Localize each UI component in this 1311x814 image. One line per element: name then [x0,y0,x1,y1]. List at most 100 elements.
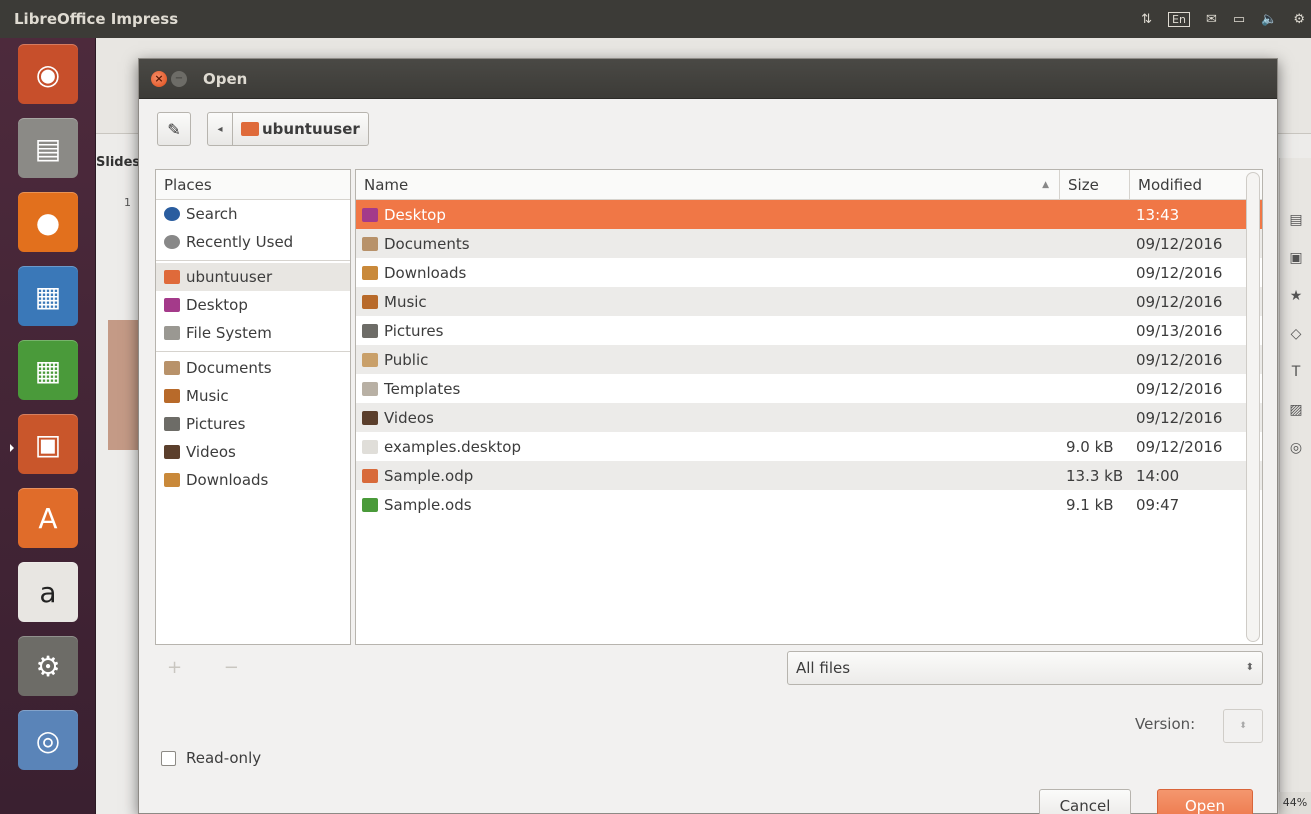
documents-folder-icon [362,236,378,251]
place-label: File System [186,324,272,342]
file-name: Documents [384,234,470,253]
place-label: Search [186,205,238,223]
gallery-icon[interactable]: ▨ [1286,400,1306,420]
readonly-option[interactable]: Read-only [161,749,261,767]
animation-icon[interactable]: ★ [1286,286,1306,306]
file-row[interactable]: Templates 09/12/2016 [356,374,1262,403]
place-item[interactable]: Search [156,200,350,228]
properties-icon[interactable]: ▤ [1286,210,1306,230]
pictures-folder-icon [164,417,180,431]
column-header-size[interactable]: Size [1060,170,1130,199]
master-slides-icon[interactable]: ◇ [1286,324,1306,344]
place-item[interactable]: Recently Used [156,228,350,256]
file-row[interactable]: Music 09/12/2016 [356,287,1262,316]
file-name: Videos [384,408,434,427]
indicator-area: ⇅ En ✉ ▭ 🔈 ⚙ [1141,0,1305,38]
column-header-name[interactable]: Name ▲ [356,170,1060,199]
videos-folder-icon [362,410,378,425]
spreadsheet-file-icon [362,497,378,512]
home-folder-icon [241,122,259,136]
zoom-level[interactable]: 44% [1279,792,1311,814]
ubuntu-dash-icon[interactable]: ◉ [18,44,78,104]
music-folder-icon [164,389,180,403]
column-header-modified[interactable]: Modified [1130,170,1242,199]
amazon-icon[interactable]: a [18,562,78,622]
writer-icon[interactable]: ▦ [18,266,78,326]
file-type-filter[interactable]: All files ⬍ [787,651,1263,685]
file-row[interactable]: Videos 09/12/2016 [356,403,1262,432]
place-item[interactable]: Documents [156,354,350,382]
impress-icon[interactable]: ▣ [18,414,78,474]
settings-icon[interactable]: ⚙ [1293,12,1305,27]
file-row[interactable]: Desktop 13:43 [356,200,1262,229]
places-separator [156,351,350,352]
file-size: 9.0 kB [1066,437,1114,456]
mail-icon[interactable]: ✉ [1206,12,1217,27]
place-item[interactable]: Downloads [156,466,350,494]
file-row[interactable]: Pictures 09/13/2016 [356,316,1262,345]
edit-location-button[interactable]: ✎ [157,112,191,146]
navigator-icon[interactable]: ◎ [1286,438,1306,458]
volume-icon[interactable]: 🔈 [1261,12,1277,27]
place-label: ubuntuuser [186,268,273,286]
file-name-cell: Templates [356,380,1060,398]
minimize-icon[interactable]: − [171,70,187,87]
files-icon[interactable]: ▤ [18,118,78,178]
place-item[interactable]: Pictures [156,410,350,438]
place-item[interactable]: Videos [156,438,350,466]
file-row[interactable]: Sample.ods 9.1 kB 09:47 [356,490,1262,519]
file-row[interactable]: Public 09/12/2016 [356,345,1262,374]
places-pane: Places Search Recently Used ubuntuuser Desk… [155,169,351,645]
file-row[interactable]: examples.desktop 9.0 kB 09/12/2016 [356,432,1262,461]
file-row[interactable]: Sample.odp 13.3 kB 14:00 [356,461,1262,490]
place-label: Pictures [186,415,246,433]
file-row[interactable]: Documents 09/12/2016 [356,229,1262,258]
file-row[interactable]: Downloads 09/12/2016 [356,258,1262,287]
column-label: Size [1068,176,1099,194]
search-icon [164,207,180,221]
disc-icon[interactable]: ◎ [18,710,78,770]
templates-folder-icon [362,381,378,396]
place-item[interactable]: Music [156,382,350,410]
version-label: Version: [1135,715,1196,733]
slide-transition-icon[interactable]: ▣ [1286,248,1306,268]
updown-arrows-icon: ⬍ [1245,662,1254,673]
file-name-cell: Sample.odp [356,467,1060,485]
slides-pane-label: Slides [96,155,141,170]
cancel-button[interactable]: Cancel [1039,789,1131,814]
downloads-folder-icon [362,265,378,280]
file-modified: 09/12/2016 [1136,379,1223,398]
open-dialog: × − Open ✎ ◂ ubuntuuser Places Search Rec… [138,58,1278,814]
place-label: Desktop [186,296,248,314]
calc-icon[interactable]: ▦ [18,340,78,400]
add-remove-bookmark-buttons[interactable]: + − [167,657,257,678]
place-item[interactable]: ubuntuuser [156,263,350,291]
file-modified: 09:47 [1136,495,1180,514]
downloads-folder-icon [164,473,180,487]
breadcrumb-home[interactable]: ubuntuuser [233,112,369,146]
version-select[interactable]: ⬍ [1223,709,1263,743]
file-name: Sample.odp [384,466,474,485]
network-icon[interactable]: ⇅ [1141,12,1152,27]
styles-icon[interactable]: T [1286,362,1306,382]
open-button[interactable]: Open [1157,789,1253,814]
place-item[interactable]: File System [156,319,350,347]
close-icon[interactable]: × [151,70,167,87]
battery-icon[interactable]: ▭ [1233,12,1245,27]
firefox-icon[interactable]: ● [18,192,78,252]
place-item[interactable]: Desktop [156,291,350,319]
sort-ascending-icon: ▲ [1042,180,1049,190]
desktop-icon [164,298,180,312]
software-center-icon[interactable]: A [18,488,78,548]
pencil-icon: ✎ [167,119,181,139]
file-name-cell: Downloads [356,264,1060,282]
system-settings-icon[interactable]: ⚙ [18,636,78,696]
slide-thumbnail[interactable] [108,320,138,450]
readonly-checkbox[interactable] [161,750,176,766]
file-name: Music [384,292,427,311]
documents-folder-icon [164,361,180,375]
keyboard-layout-indicator[interactable]: En [1168,11,1190,27]
scrollbar[interactable] [1246,172,1260,642]
app-title: LibreOffice Impress [14,10,179,28]
path-back-button[interactable]: ◂ [207,112,233,146]
